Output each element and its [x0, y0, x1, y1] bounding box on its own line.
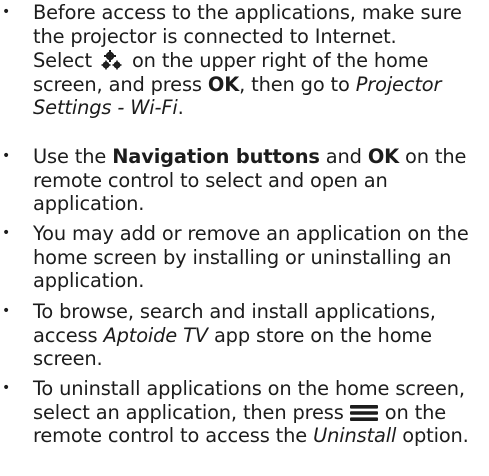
ok-label: OK: [207, 72, 240, 96]
bullet: •: [2, 380, 11, 396]
list-item: • Use the Navigation buttons and OK on t…: [0, 145, 489, 216]
bullet: •: [2, 148, 11, 164]
list-item: • To uninstall applications on the home …: [0, 377, 489, 448]
list-item-subparagraph: Select on the upper right of the home sc…: [0, 49, 489, 120]
item-text: Before access to the applications, make …: [33, 1, 462, 48]
list-item: • You may add or remove an application o…: [0, 222, 489, 293]
bullet: •: [2, 225, 11, 241]
bullet: •: [2, 303, 11, 319]
item-text-a: Use the: [33, 145, 107, 168]
list-item: • Before access to the applications, mak…: [0, 1, 489, 48]
sub-text-c: , then go to: [239, 72, 350, 96]
item-text-c: option.: [402, 424, 469, 448]
navigation-buttons-label: Navigation buttons: [112, 145, 320, 168]
sub-text-end: .: [177, 96, 184, 120]
list-item: • To browse, search and install applicat…: [0, 300, 489, 371]
sub-text-a: Select: [33, 49, 92, 72]
settings-gear-icon: [101, 50, 122, 70]
menu-icon: [349, 404, 378, 421]
bullet: •: [2, 4, 11, 20]
item-text-b: and: [325, 145, 362, 168]
app-store-name: Aptoide TV: [103, 323, 208, 347]
item-text: You may add or remove an application on …: [33, 222, 469, 293]
ok-label: OK: [367, 145, 400, 168]
uninstall-option-label: Uninstall: [313, 424, 397, 448]
